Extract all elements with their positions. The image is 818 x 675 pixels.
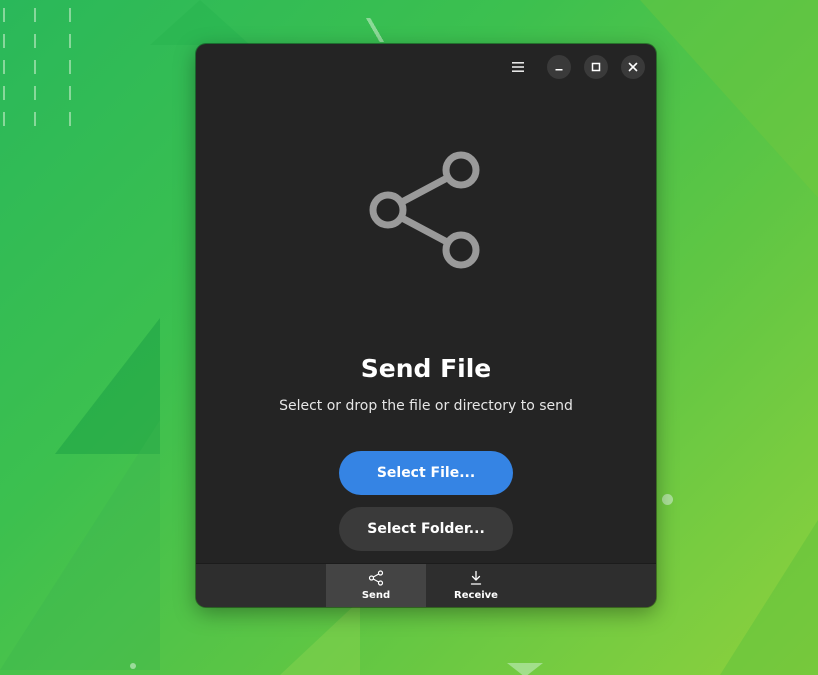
select-file-button[interactable]: Select File... <box>339 451 513 495</box>
minimize-icon <box>555 69 563 71</box>
background-shape <box>0 420 160 670</box>
background-shape <box>360 18 390 42</box>
hamburger-menu-icon <box>512 62 524 72</box>
close-icon <box>628 62 638 72</box>
view-switcher-bar: Send Receive <box>196 563 656 607</box>
minimize-button[interactable] <box>547 55 571 79</box>
maximize-icon <box>591 62 601 72</box>
headerbar <box>196 44 656 90</box>
background-shape <box>720 520 818 675</box>
tab-receive-label: Receive <box>454 590 498 601</box>
main-menu-button[interactable] <box>506 55 530 79</box>
close-button[interactable] <box>621 55 645 79</box>
background-shape <box>150 0 250 45</box>
maximize-button[interactable] <box>584 55 608 79</box>
page-subtitle: Select or drop the file or directory to … <box>279 398 573 414</box>
background-dot <box>130 663 136 669</box>
share-icon <box>369 151 480 269</box>
tab-send-label: Send <box>361 590 391 601</box>
select-folder-button[interactable]: Select Folder... <box>339 507 513 551</box>
background-shape <box>507 663 543 675</box>
send-page: Send File Select or drop the file or dir… <box>196 90 656 563</box>
tab-send[interactable]: Send <box>326 564 426 607</box>
download-icon <box>466 569 486 587</box>
background-shape <box>55 318 160 454</box>
background-shape <box>640 0 818 200</box>
background-dashes <box>0 8 80 133</box>
tab-receive[interactable]: Receive <box>426 564 526 607</box>
page-title: Send File <box>360 354 492 383</box>
share-icon <box>366 569 386 587</box>
background-shape <box>280 600 360 675</box>
background-dot <box>662 494 673 505</box>
app-window: Send File Select or drop the file or dir… <box>196 44 656 607</box>
